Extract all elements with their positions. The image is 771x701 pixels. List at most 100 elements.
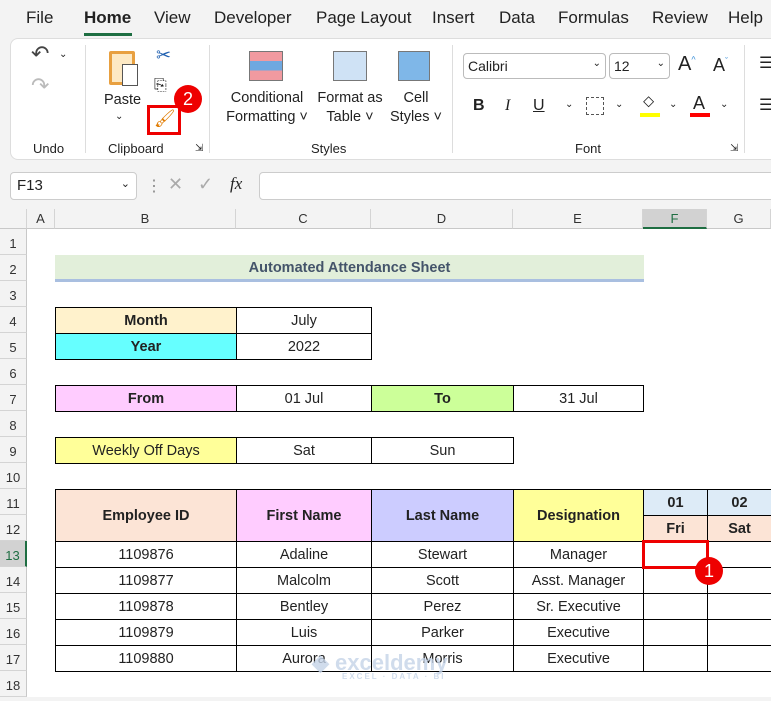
conditional-formatting-icon[interactable] [249,51,283,81]
tab-formulas[interactable]: Formulas [558,8,629,28]
header-employee-id[interactable]: Employee ID [55,489,237,542]
last-name-cell[interactable]: Parker [371,619,514,646]
tab-view[interactable]: View [154,8,191,28]
cancel-icon[interactable]: ✕ [168,174,183,195]
last-name-cell[interactable]: Scott [371,567,514,594]
row-header-7[interactable]: 7 [0,385,27,411]
select-all-corner[interactable] [0,209,27,229]
tab-help[interactable]: Help [728,8,763,28]
fill-color-dropdown-icon[interactable]: ⌄ [669,99,677,110]
tab-review[interactable]: Review [652,8,708,28]
copy-icon[interactable]: ⎘ [154,77,167,95]
redo-icon[interactable]: ↷ [31,73,49,99]
weekly-off-1[interactable]: Sat [236,437,372,464]
attendance-cell-g17[interactable] [707,645,771,672]
column-header-b[interactable]: B [55,209,236,229]
underline-dropdown-icon[interactable]: ⌄ [565,99,573,110]
increase-font-size-icon[interactable]: A^ [678,53,696,76]
year-label[interactable]: Year [55,333,237,360]
designation-cell[interactable]: Asst. Manager [513,567,644,594]
fill-color-icon[interactable]: ⬦ [643,93,654,111]
clipboard-launcher-icon[interactable]: ⇲ [195,143,203,154]
italic-button[interactable]: I [505,97,510,115]
conditional-formatting-button[interactable]: Conditional Formatting ˅ [225,89,309,127]
cut-icon[interactable]: ✂ [156,45,171,66]
row-header-11[interactable]: 11 [0,489,27,515]
paste-icon[interactable] [109,51,138,86]
row-header-4[interactable]: 4 [0,307,27,333]
borders-dropdown-icon[interactable]: ⌄ [615,99,623,110]
column-header-f[interactable]: F [643,209,707,229]
format-painter-icon[interactable]: 🖌 [154,109,176,129]
font-name-select[interactable]: Calibri ⌄ [463,53,606,79]
insert-function-icon[interactable]: fx [230,174,242,194]
row-header-1[interactable]: 1 [0,229,27,255]
employee-id-cell[interactable]: 1109877 [55,567,237,594]
font-color-icon[interactable]: A [693,93,705,114]
row-header-18[interactable]: 18 [0,671,27,697]
designation-cell[interactable]: Executive [513,619,644,646]
first-name-cell[interactable]: Luis [236,619,372,646]
column-header-a[interactable]: A [27,209,55,229]
name-box[interactable]: F13 ⌄ [10,172,137,200]
enter-icon[interactable]: ✓ [198,174,213,195]
last-name-cell[interactable]: Perez [371,593,514,620]
to-value[interactable]: 31 Jul [513,385,644,412]
align-left-icon[interactable]: ☰ [759,95,771,115]
column-header-d[interactable]: D [371,209,513,229]
employee-id-cell[interactable]: 1109880 [55,645,237,672]
cell-styles-button[interactable]: Cell Styles ˅ [389,89,443,127]
year-value[interactable]: 2022 [236,333,372,360]
last-name-cell[interactable]: Stewart [371,541,514,568]
tab-developer[interactable]: Developer [214,8,292,28]
designation-cell[interactable]: Manager [513,541,644,568]
column-header-g[interactable]: G [707,209,771,229]
month-label[interactable]: Month [55,307,237,334]
employee-id-cell[interactable]: 1109876 [55,541,237,568]
font-color-dropdown-icon[interactable]: ⌄ [720,99,728,110]
undo-icon[interactable]: ↶ [31,41,49,67]
decrease-font-size-icon[interactable]: Aˇ [713,55,728,76]
row-header-15[interactable]: 15 [0,593,27,619]
header-last-name[interactable]: Last Name [371,489,514,542]
font-size-select[interactable]: 12 ⌄ [609,53,670,79]
paste-button[interactable]: Paste [104,91,141,110]
header-first-name[interactable]: First Name [236,489,372,542]
tab-page-layout[interactable]: Page Layout [316,8,411,28]
undo-dropdown-icon[interactable]: ⌄ [59,49,67,60]
from-label[interactable]: From [55,385,237,412]
row-header-12[interactable]: 12 [0,515,27,541]
row-header-13[interactable]: 13 [0,541,27,567]
font-launcher-icon[interactable]: ⇲ [730,143,738,154]
weekly-off-label[interactable]: Weekly Off Days [55,437,237,464]
header-day-2[interactable]: Sat [707,515,771,542]
row-header-5[interactable]: 5 [0,333,27,359]
tab-file[interactable]: File [26,8,53,28]
from-value[interactable]: 01 Jul [236,385,372,412]
row-header-10[interactable]: 10 [0,463,27,489]
designation-cell[interactable]: Sr. Executive [513,593,644,620]
first-name-cell[interactable]: Malcolm [236,567,372,594]
header-designation[interactable]: Designation [513,489,644,542]
row-header-8[interactable]: 8 [0,411,27,437]
row-header-16[interactable]: 16 [0,619,27,645]
sheet-title[interactable]: Automated Attendance Sheet [55,255,644,282]
to-label[interactable]: To [371,385,514,412]
row-header-6[interactable]: 6 [0,359,27,385]
row-header-9[interactable]: 9 [0,437,27,463]
employee-id-cell[interactable]: 1109879 [55,619,237,646]
header-day-1[interactable]: Fri [643,515,708,542]
row-header-17[interactable]: 17 [0,645,27,671]
tab-home[interactable]: Home [84,8,131,28]
employee-id-cell[interactable]: 1109878 [55,593,237,620]
month-value[interactable]: July [236,307,372,334]
first-name-cell[interactable]: Bentley [236,593,372,620]
attendance-cell-f15[interactable] [643,593,708,620]
format-as-table-icon[interactable] [333,51,367,81]
underline-button[interactable]: U [533,97,545,115]
first-name-cell[interactable]: Adaline [236,541,372,568]
row-header-3[interactable]: 3 [0,281,27,307]
align-top-icon[interactable]: ☰ [759,53,771,73]
worksheet-grid[interactable]: A B C D E F G 1 2 3 4 5 6 7 8 9 10 11 12 13 14 15 16 17 18 Automa… [0,209,771,697]
header-date-1[interactable]: 01 [643,489,708,516]
